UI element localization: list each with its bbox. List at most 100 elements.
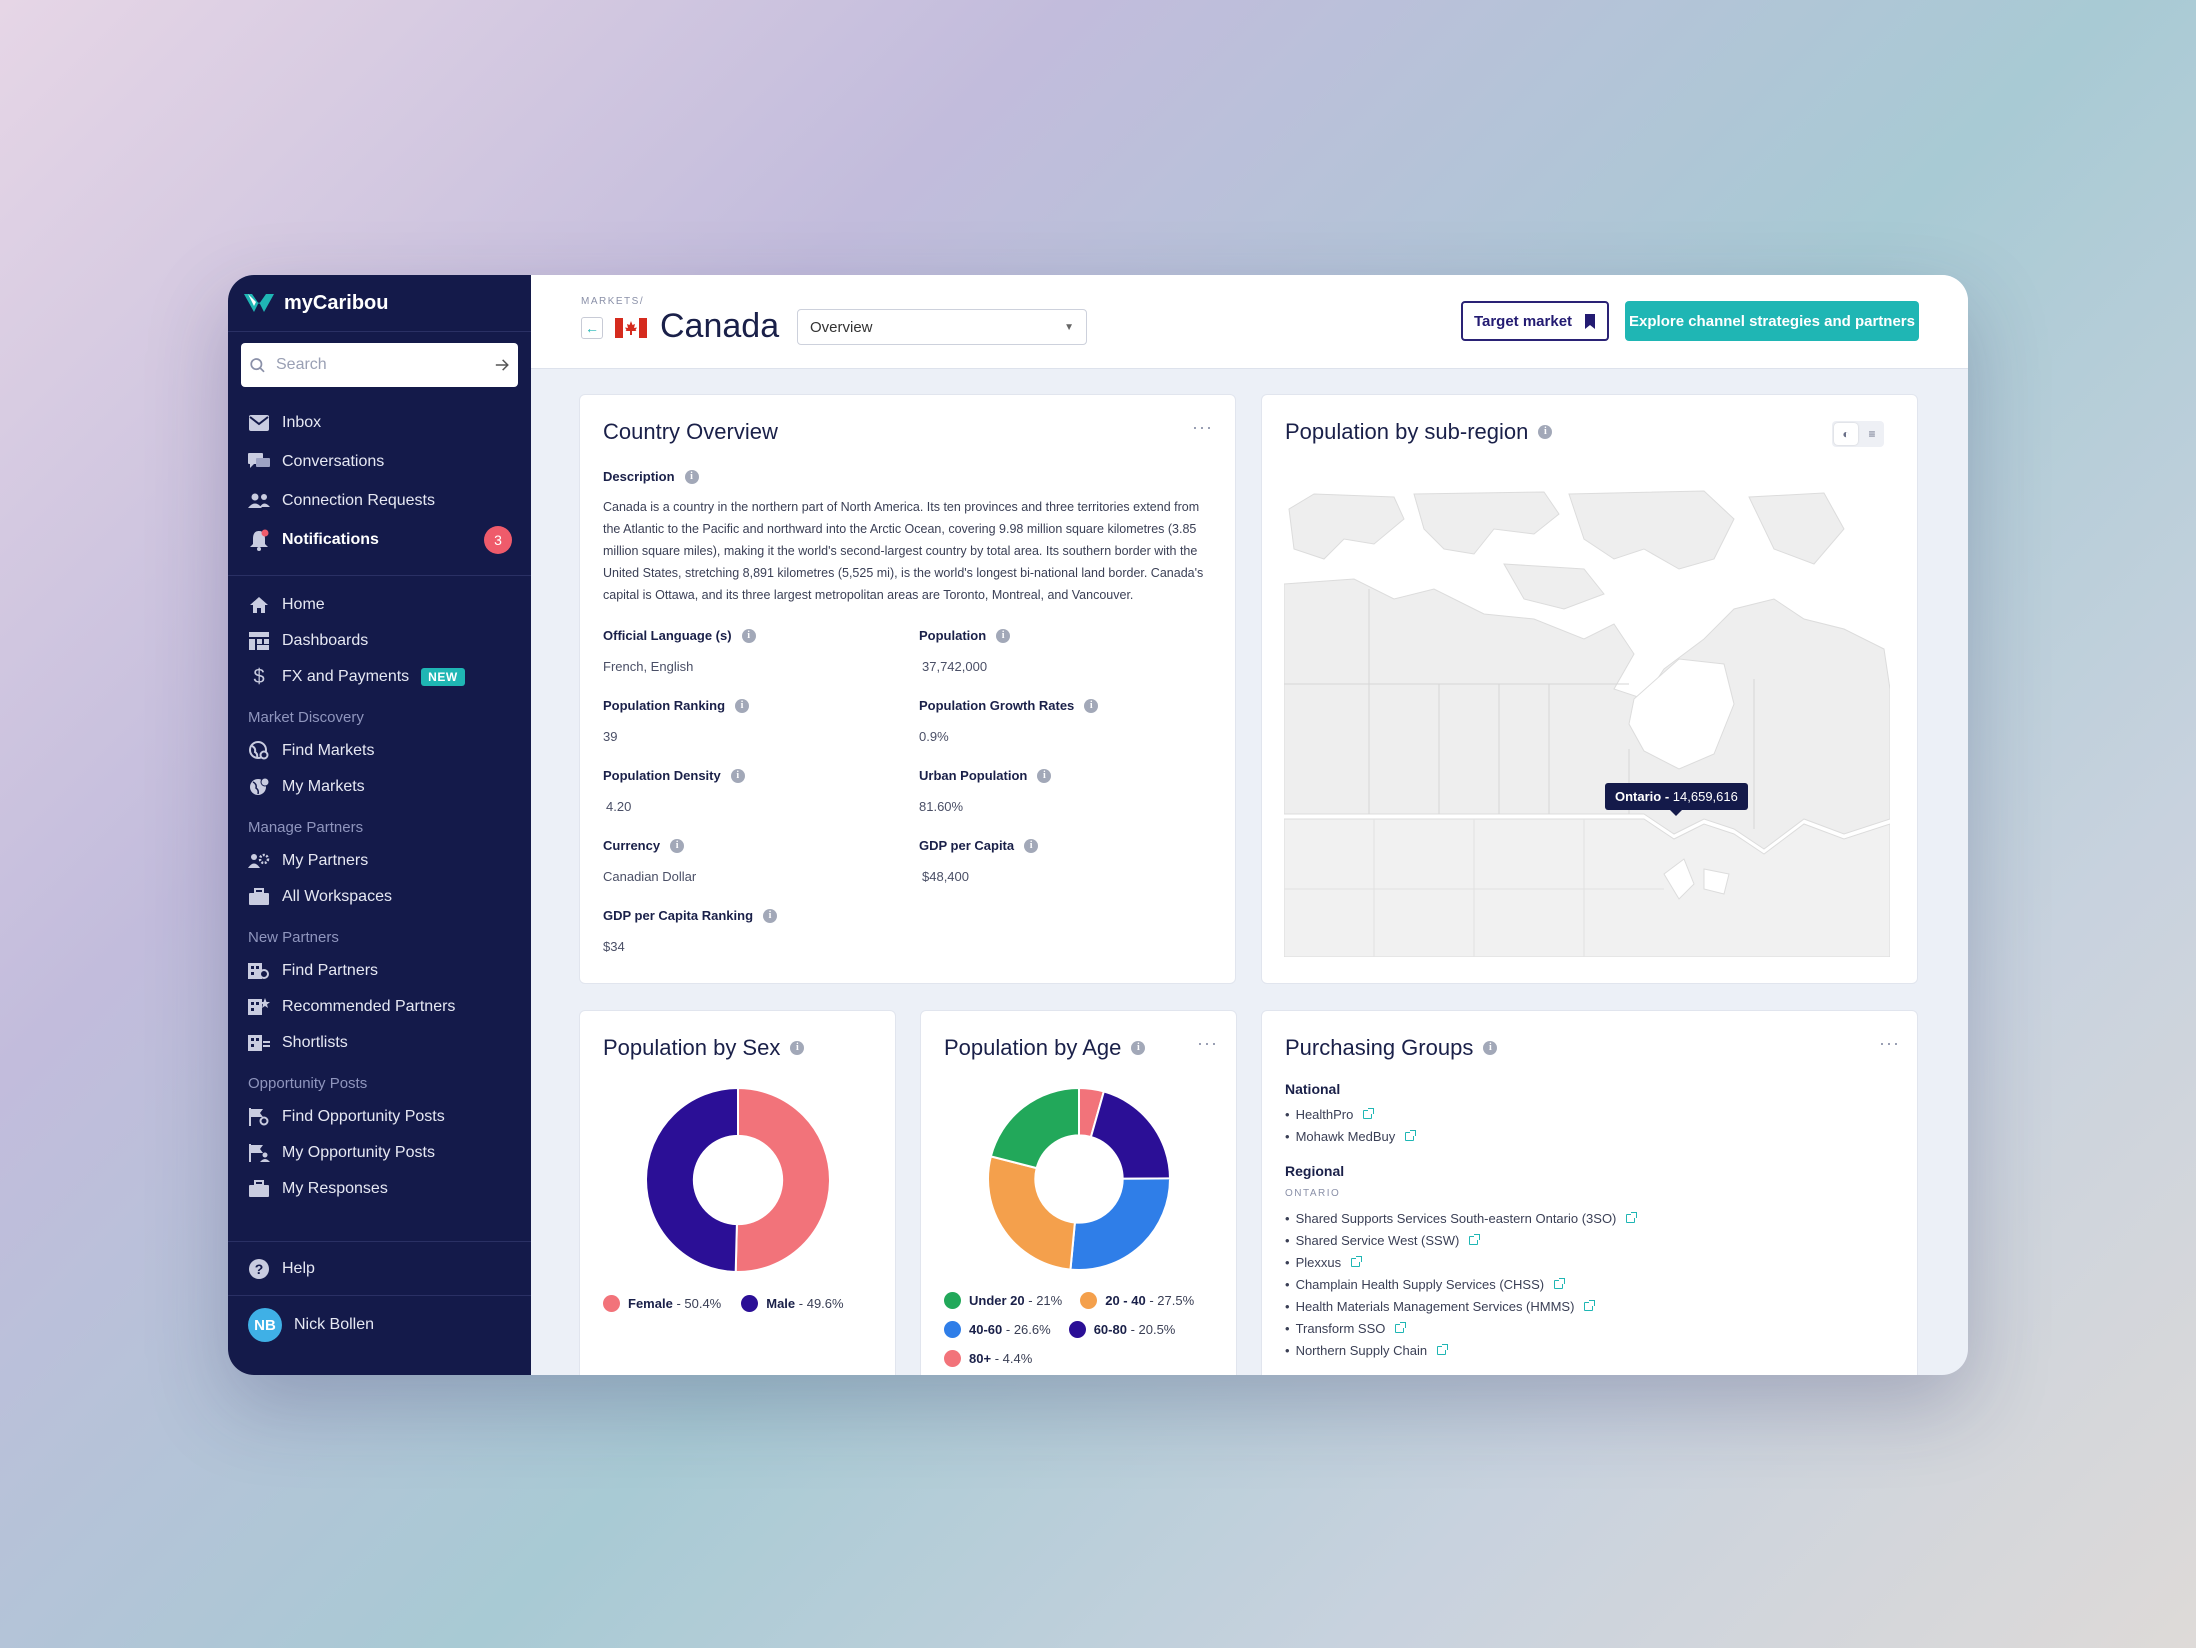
sex-slice-male[interactable] [646, 1088, 739, 1272]
building-list-icon [248, 1032, 270, 1054]
nav-fx-payments[interactable]: $ FX and Payments NEW [248, 662, 465, 692]
nav-conversations[interactable]: Conversations [248, 447, 384, 477]
info-icon[interactable]: i [735, 698, 750, 713]
purchasing-group-name: Northern Supply Chain [1295, 1343, 1428, 1358]
nav-inbox[interactable]: Inbox [248, 408, 321, 438]
sex-slice-female[interactable] [734, 1088, 830, 1272]
nav-my-markets[interactable]: My Markets [248, 772, 365, 802]
nav-shortlists[interactable]: Shortlists [248, 1028, 348, 1058]
more-options-icon[interactable]: ··· [1879, 1033, 1900, 1054]
info-icon[interactable]: i [790, 1041, 805, 1055]
arrow-right-icon[interactable] [489, 355, 518, 375]
globe-view-icon[interactable]: ◐ [1834, 423, 1858, 445]
nav-notifications[interactable]: Notifications [248, 525, 379, 555]
nav-home[interactable]: Home [248, 590, 325, 620]
info-icon[interactable]: i [1131, 1041, 1146, 1055]
tooltip-region: Ontario - [1615, 789, 1670, 804]
info-icon[interactable]: i [1037, 768, 1052, 783]
bullet: • [1285, 1299, 1290, 1314]
purchasing-group-link[interactable]: • Shared Service West (SSW) [1285, 1233, 1481, 1248]
legend-label: 40-60 [969, 1322, 1003, 1337]
purchasing-group-name: Health Materials Management Services (HM… [1295, 1299, 1575, 1314]
purchasing-group-link[interactable]: • HealthPro [1285, 1107, 1375, 1122]
age-ring-slice-40-60[interactable] [1069, 1177, 1170, 1270]
canada-map[interactable] [1284, 489, 1890, 957]
age-ring-slice-under-20[interactable] [989, 1088, 1080, 1170]
purchasing-group-link[interactable]: • Mohawk MedBuy [1285, 1129, 1417, 1144]
map-tooltip: Ontario - 14,659,616 [1605, 783, 1748, 816]
legend-dot [1080, 1292, 1098, 1309]
legend-value: - 27.5% [1149, 1293, 1195, 1308]
dashboard-icon [248, 630, 270, 652]
info-icon[interactable]: i [1483, 1041, 1498, 1055]
back-button[interactable]: ← [581, 317, 603, 339]
nav-all-workspaces[interactable]: All Workspaces [248, 882, 392, 912]
field-label: Official Language (s) i [603, 628, 756, 643]
nav-dashboards[interactable]: Dashboards [248, 626, 368, 656]
app-window: myCaribou Inbox Conversations Connection… [228, 275, 1968, 1375]
nav-my-opportunity-posts[interactable]: My Opportunity Posts [248, 1138, 435, 1168]
app-name: myCaribou [284, 291, 389, 314]
info-icon[interactable]: i [1538, 425, 1553, 439]
purchasing-group-link[interactable]: • Plexxus [1285, 1255, 1363, 1270]
info-icon[interactable]: i [996, 628, 1011, 643]
purchasing-group-link[interactable]: • Health Materials Management Services (H… [1285, 1299, 1596, 1314]
nav-fx-label: FX and Payments [282, 668, 410, 685]
search-input[interactable] [270, 356, 489, 374]
nav-recommended-partners[interactable]: Recommended Partners [248, 992, 455, 1022]
nav-my-responses[interactable]: My Responses [248, 1174, 388, 1204]
purchasing-group-link[interactable]: • Transform SSO [1285, 1321, 1407, 1336]
purchasing-group-link[interactable]: • Champlain Health Supply Services (CHSS) [1285, 1277, 1566, 1292]
bullet: • [1285, 1129, 1290, 1144]
info-icon[interactable]: i [763, 908, 778, 923]
nav-my-markets-label: My Markets [282, 778, 365, 795]
view-select[interactable]: Overview ▼ [797, 309, 1087, 345]
list-view-icon[interactable]: ≡ [1860, 421, 1884, 447]
legend-item: Under 20 - 21% [969, 1293, 1062, 1308]
more-options-icon[interactable]: ··· [1197, 1033, 1218, 1054]
external-link-icon [1351, 1256, 1363, 1267]
info-icon[interactable]: i [684, 469, 699, 484]
field-label-text: Urban Population [919, 768, 1028, 783]
card-title-text: Population by Age [944, 1035, 1122, 1060]
nav-find-opportunity-posts[interactable]: Find Opportunity Posts [248, 1102, 445, 1132]
nav-find-markets[interactable]: Find Markets [248, 736, 374, 766]
field-label: Population Ranking i [603, 698, 750, 713]
nav-my-partners-label: My Partners [282, 852, 369, 869]
target-market-button[interactable]: Target market [1461, 301, 1609, 341]
nav-help[interactable]: ? Help [248, 1254, 315, 1284]
info-icon[interactable]: i [741, 628, 756, 643]
info-icon[interactable]: i [670, 838, 685, 853]
info-icon[interactable]: i [1084, 698, 1099, 713]
nav-find-partners[interactable]: Find Partners [248, 956, 378, 986]
legend-value: - 20.5% [1130, 1322, 1176, 1337]
field-label: Urban Population i [919, 768, 1052, 783]
purchasing-group-link[interactable]: • Northern Supply Chain [1285, 1343, 1449, 1358]
explore-strategies-button[interactable]: Explore channel strategies and partners [1625, 301, 1919, 341]
field-value: Canadian Dollar [603, 869, 697, 884]
external-link-icon [1437, 1344, 1449, 1355]
purchasing-group-link[interactable]: • Shared Supports Services South-eastern … [1285, 1211, 1638, 1226]
description-label: Description i [603, 469, 699, 484]
info-icon[interactable]: i [1024, 838, 1039, 853]
logo[interactable]: myCaribou [242, 287, 388, 319]
age-ring-slice-20-40[interactable] [988, 1155, 1076, 1270]
map-title: Population by sub-region i [1285, 419, 1553, 445]
external-link-icon [1584, 1300, 1596, 1311]
legend-item: Male - 49.6% [766, 1296, 843, 1311]
breadcrumb[interactable]: MARKETS/ [581, 296, 644, 307]
nav-connection-requests[interactable]: Connection Requests [248, 486, 435, 516]
age-ring-slice-60-80[interactable] [1089, 1090, 1170, 1180]
divider [228, 1295, 531, 1296]
divider [228, 331, 531, 332]
info-icon[interactable]: i [730, 768, 745, 783]
search-box [241, 343, 518, 387]
more-options-icon[interactable]: ··· [1192, 417, 1213, 438]
sidebar: myCaribou Inbox Conversations Connection… [228, 275, 531, 1375]
briefcase-icon [248, 1178, 270, 1200]
map-view-toggle[interactable]: ◐ ≡ [1832, 421, 1884, 447]
field-label-text: GDP per Capita [919, 838, 1015, 853]
field-value: $34 [603, 939, 625, 954]
nav-my-partners[interactable]: My Partners [248, 846, 368, 876]
user-profile[interactable]: NB Nick Bollen [248, 1308, 374, 1342]
